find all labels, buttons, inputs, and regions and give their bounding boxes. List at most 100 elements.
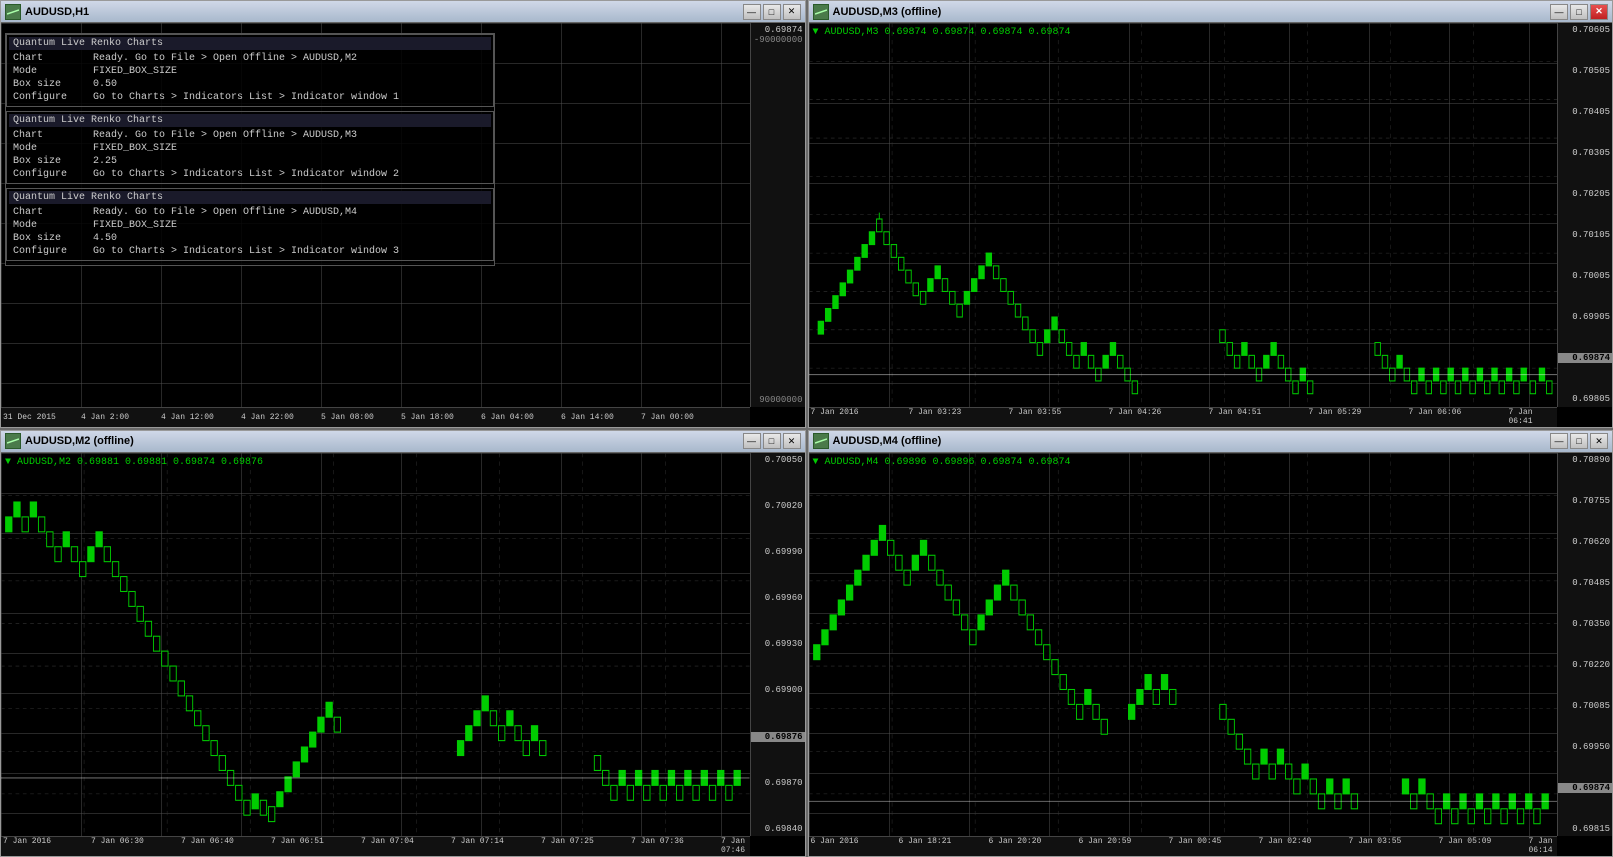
price-label: 0.69960 [751, 593, 805, 603]
time-label: 7 Jan 06:14 [1529, 837, 1558, 855]
info-row-1-0: Chart Ready. Go to File > Open Offline >… [9, 52, 491, 65]
price-label: 0.69990 [751, 547, 805, 557]
close-btn-m3[interactable]: ✕ [1590, 4, 1608, 20]
time-label: 7 Jan 07:36 [631, 837, 684, 846]
info-section-2: Quantum Live Renko Charts Chart Ready. G… [6, 111, 494, 184]
price-label: 0.69870 [751, 778, 805, 788]
price-label-current: 0.69876 [751, 732, 805, 742]
time-axis-m4: 6 Jan 2016 6 Jan 18:21 6 Jan 20:20 6 Jan… [809, 836, 1558, 856]
price-label: 0.69815 [1558, 824, 1612, 834]
price-axis-m4: 0.70890 0.70755 0.70620 0.70485 0.70350 … [1557, 453, 1612, 837]
price-label: 0.70755 [1558, 496, 1612, 506]
info-section-title-3: Quantum Live Renko Charts [9, 191, 491, 204]
win-buttons-m3[interactable]: — □ ✕ [1550, 4, 1608, 20]
price-label: 0.70505 [1558, 66, 1612, 76]
price-label: 0.70020 [751, 501, 805, 511]
close-btn-h1[interactable]: ✕ [783, 4, 801, 20]
window-icon-m3 [813, 4, 829, 20]
info-val: Go to Charts > Indicators List > Indicat… [93, 246, 487, 257]
time-label: 5 Jan 18:00 [401, 413, 454, 422]
info-section-1: Quantum Live Renko Charts Chart Ready. G… [6, 34, 494, 107]
time-label: 6 Jan 20:20 [989, 837, 1042, 846]
desktop: AUDUSD,H1 — □ ✕ Quantum Live Renko Chart… [0, 0, 1613, 857]
time-label: 7 Jan 2016 [811, 408, 859, 417]
candles-svg-m3 [809, 23, 1558, 407]
time-label: 5 Jan 08:00 [321, 413, 374, 422]
info-row-1-3: Configure Go to Charts > Indicators List… [9, 91, 491, 104]
minimize-btn-m2[interactable]: — [743, 433, 761, 449]
win-buttons-m2[interactable]: — □ ✕ [743, 433, 801, 449]
time-label: 6 Jan 04:00 [481, 413, 534, 422]
info-key: Chart [13, 207, 93, 218]
price-label: 0.70205 [1558, 189, 1612, 199]
time-label: 31 Dec 2015 [3, 413, 56, 422]
info-row-2-3: Configure Go to Charts > Indicators List… [9, 168, 491, 181]
info-key: Mode [13, 143, 93, 154]
candles-m3 [809, 23, 1558, 407]
info-key: Box size [13, 156, 93, 167]
price-label: 0.69950 [1558, 742, 1612, 752]
info-panel-h1: Quantum Live Renko Charts Chart Ready. G… [5, 33, 495, 266]
minimize-btn-h1[interactable]: — [743, 4, 761, 20]
info-key: Configure [13, 92, 93, 103]
price-label: 0.70220 [1558, 660, 1612, 670]
price-axis-m3: 0.70605 0.70505 0.70405 0.70305 0.70205 … [1557, 23, 1612, 407]
time-label: 6 Jan 18:21 [899, 837, 952, 846]
window-icon-h1 [5, 4, 21, 20]
time-label: 7 Jan 00:00 [641, 413, 694, 422]
price-label: 0.69930 [751, 639, 805, 649]
info-row-2-1: Mode FIXED_BOX_SIZE [9, 142, 491, 155]
maximize-btn-m3[interactable]: □ [1570, 4, 1588, 20]
win-buttons-h1[interactable]: — □ ✕ [743, 4, 801, 20]
info-key: Configure [13, 246, 93, 257]
price-label-current: 0.69874 [1558, 783, 1612, 793]
time-label: 6 Jan 2016 [811, 837, 859, 846]
title-bar-h1: AUDUSD,H1 — □ ✕ [1, 1, 805, 23]
info-key: Mode [13, 66, 93, 77]
info-val: 4.50 [93, 233, 487, 244]
info-val: Go to Charts > Indicators List > Indicat… [93, 169, 487, 180]
price-label: 0.70305 [1558, 148, 1612, 158]
time-label: 7 Jan 04:26 [1109, 408, 1162, 417]
time-label: 7 Jan 07:25 [541, 837, 594, 846]
title-bar-m4: AUDUSD,M4 (offline) — □ ✕ [809, 431, 1613, 453]
info-row-2-0: Chart Ready. Go to File > Open Offline >… [9, 129, 491, 142]
candles-m2 [1, 453, 750, 837]
time-label: 7 Jan 07:46 [721, 837, 750, 855]
time-axis-m3: 7 Jan 2016 7 Jan 03:23 7 Jan 03:55 7 Jan… [809, 407, 1558, 427]
maximize-btn-h1[interactable]: □ [763, 4, 781, 20]
time-label: 7 Jan 06:06 [1409, 408, 1462, 417]
info-section-title-1: Quantum Live Renko Charts [9, 37, 491, 50]
close-btn-m2[interactable]: ✕ [783, 433, 801, 449]
info-section-3: Quantum Live Renko Charts Chart Ready. G… [6, 188, 494, 261]
info-val: Go to Charts > Indicators List > Indicat… [93, 92, 487, 103]
close-btn-m4[interactable]: ✕ [1590, 433, 1608, 449]
window-m4: AUDUSD,M4 (offline) — □ ✕ ▼ AUDUSD,M4 0.… [808, 430, 1613, 857]
chart-area-m3: ▼ AUDUSD,M3 0.69874 0.69874 0.69874 0.69… [809, 23, 1613, 427]
time-label: 7 Jan 03:23 [909, 408, 962, 417]
minimize-btn-m4[interactable]: — [1550, 433, 1568, 449]
price-label: 0.70620 [1558, 537, 1612, 547]
price-label: 0.70050 [751, 455, 805, 465]
time-axis-h1: 31 Dec 2015 4 Jan 2:00 4 Jan 12:00 4 Jan… [1, 407, 750, 427]
price-label: 0.69840 [751, 824, 805, 834]
minimize-btn-m3[interactable]: — [1550, 4, 1568, 20]
price-label: 0.69905 [1558, 312, 1612, 322]
price-label: 90000000 [751, 395, 805, 405]
info-row-2-2: Box size 2.25 [9, 155, 491, 168]
price-label: 0.70485 [1558, 578, 1612, 588]
window-title-h1: AUDUSD,H1 [25, 6, 743, 18]
win-buttons-m4[interactable]: — □ ✕ [1550, 433, 1608, 449]
maximize-btn-m4[interactable]: □ [1570, 433, 1588, 449]
price-label: 0.69900 [751, 685, 805, 695]
info-val: 0.50 [93, 79, 487, 90]
info-val: Ready. Go to File > Open Offline > AUDUS… [93, 53, 487, 64]
window-m3: AUDUSD,M3 (offline) — □ ✕ ▼ AUDUSD,M3 0.… [808, 0, 1613, 428]
time-axis-m2: 7 Jan 2016 7 Jan 06:30 7 Jan 06:40 7 Jan… [1, 836, 750, 856]
info-val: 2.25 [93, 156, 487, 167]
time-label: 7 Jan 07:04 [361, 837, 414, 846]
maximize-btn-m2[interactable]: □ [763, 433, 781, 449]
info-key: Chart [13, 53, 93, 64]
window-title-m4: AUDUSD,M4 (offline) [833, 435, 1551, 447]
time-label: 7 Jan 02:40 [1259, 837, 1312, 846]
